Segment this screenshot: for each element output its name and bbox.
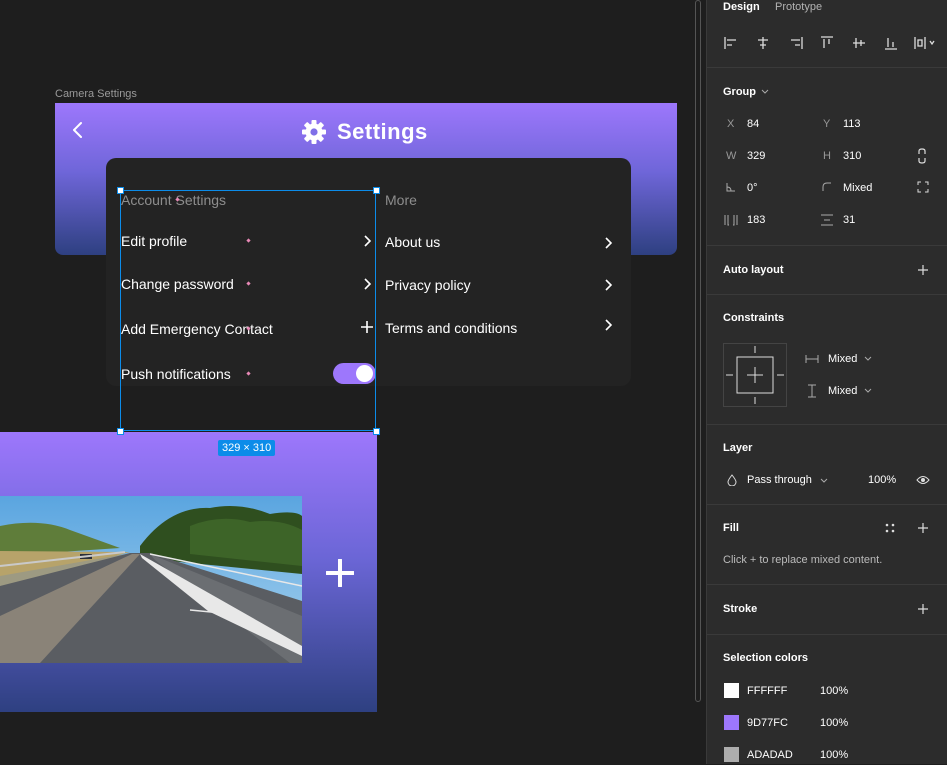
stroke-title: Stroke [723,603,758,615]
selection-colors-title: Selection colors [723,652,808,664]
stroke-section: Stroke [707,584,947,635]
rotation-input[interactable]: 0° [747,182,758,194]
align-vertical-center-icon[interactable] [851,35,867,51]
frame-label[interactable]: Camera Settings [55,88,137,100]
add-icon[interactable] [917,522,929,534]
rotation-icon [726,183,735,192]
height-input[interactable]: 310 [843,150,861,162]
fill-section: Fill Click + to replace mixed content. [707,504,947,585]
tab-prototype[interactable]: Prototype [775,1,822,13]
align-top-icon[interactable] [819,35,835,51]
y-label: Y [823,118,831,130]
back-arrow-icon [73,122,82,138]
horizontal-spacing-input[interactable]: 183 [747,214,765,226]
auto-layout-title: Auto layout [723,264,784,276]
color-opacity[interactable]: 100% [820,749,848,761]
distribute-icon[interactable] [913,35,937,51]
horizontal-constraint-icon [805,355,819,363]
road-camera-image [0,496,302,663]
fill-title: Fill [723,522,739,534]
color-opacity[interactable]: 100% [820,685,848,697]
chevron-right-icon[interactable] [603,236,613,250]
canvas-scrollbar[interactable] [695,0,701,702]
resize-handle-bottom-right[interactable] [373,428,380,435]
about-us-label[interactable]: About us [385,234,440,250]
more-heading: More [385,192,417,208]
add-icon[interactable] [917,603,929,615]
camera-preview-frame[interactable] [0,432,377,712]
settings-title-group: Settings [301,117,428,147]
tab-design[interactable]: Design [723,1,760,13]
fill-hint: Click + to replace mixed content. [723,554,883,566]
align-horizontal-center-icon[interactable] [755,35,771,51]
selection-colors-section: Selection colors FFFFFF 100% 9D77FC 100%… [707,634,947,765]
auto-layout-section: Auto layout [707,245,947,295]
layer-title: Layer [723,442,753,454]
constraints-title: Constraints [723,312,785,324]
color-swatch-white[interactable] [724,683,739,698]
settings-title: Settings [337,119,428,144]
vertical-constraint-icon [808,384,816,398]
w-label: W [726,150,737,162]
constraints-widget[interactable] [723,343,787,407]
chevron-down-icon[interactable] [761,89,769,95]
x-input[interactable]: 84 [747,118,759,130]
privacy-policy-label[interactable]: Privacy policy [385,277,471,293]
add-icon[interactable] [917,264,929,276]
constraints-section: Constraints Mixed Mixed [707,294,947,425]
gear-icon [302,120,326,144]
color-swatch-purple[interactable] [724,715,739,730]
design-canvas[interactable]: Camera Settings Settings Account Setting… [0,0,706,764]
terms-and-conditions-label[interactable]: Terms and conditions [385,320,517,336]
vertical-spacing-icon [821,214,833,226]
add-icon[interactable] [326,559,354,587]
group-section: Group X 84 Y 113 W 329 H 310 0° Mixed 18… [707,67,947,246]
selection-size-badge: 329 × 310 [218,440,276,456]
resize-handle-top-left[interactable] [117,187,124,194]
horizontal-spacing-icon [724,215,738,226]
y-input[interactable]: 113 [843,118,861,130]
x-label: X [727,118,735,130]
resize-handle-bottom-left[interactable] [117,428,124,435]
color-hex[interactable]: 9D77FC [747,717,788,729]
corner-radius-icon [822,182,831,191]
color-hex[interactable]: ADADAD [747,749,793,761]
layer-section: Layer Pass through 100% [707,424,947,505]
chevron-down-icon[interactable] [864,356,872,362]
align-left-icon[interactable] [723,35,739,51]
layer-opacity-input[interactable]: 100% [868,474,896,486]
align-right-icon[interactable] [788,35,804,51]
group-title[interactable]: Group [723,86,756,98]
independent-corners-icon[interactable] [917,181,929,193]
width-input[interactable]: 329 [747,150,765,162]
color-opacity[interactable]: 100% [820,717,848,729]
vertical-constraint-value[interactable]: Mixed [828,385,857,397]
blend-mode-select[interactable]: Pass through [747,474,812,486]
align-bottom-icon[interactable] [883,35,899,51]
chevron-right-icon[interactable] [603,318,613,332]
horizontal-constraint-value[interactable]: Mixed [828,353,857,365]
blend-mode-icon [727,474,737,486]
color-hex[interactable]: FFFFFF [747,685,787,697]
vertical-spacing-input[interactable]: 31 [843,214,855,226]
selection-box[interactable] [120,190,376,431]
eye-icon[interactable] [916,475,930,485]
h-label: H [823,150,831,162]
corner-radius-input[interactable]: Mixed [843,182,872,194]
color-swatch-gray[interactable] [724,747,739,762]
style-grid-icon[interactable] [885,523,895,533]
chevron-down-icon[interactable] [864,388,872,394]
chevron-down-icon[interactable] [820,478,828,484]
constrain-proportions-icon[interactable] [917,148,927,164]
chevron-right-icon[interactable] [603,278,613,292]
resize-handle-top-right[interactable] [373,187,380,194]
properties-panel: Design Prototype Group X 84 Y 113 W 329 … [706,0,947,764]
